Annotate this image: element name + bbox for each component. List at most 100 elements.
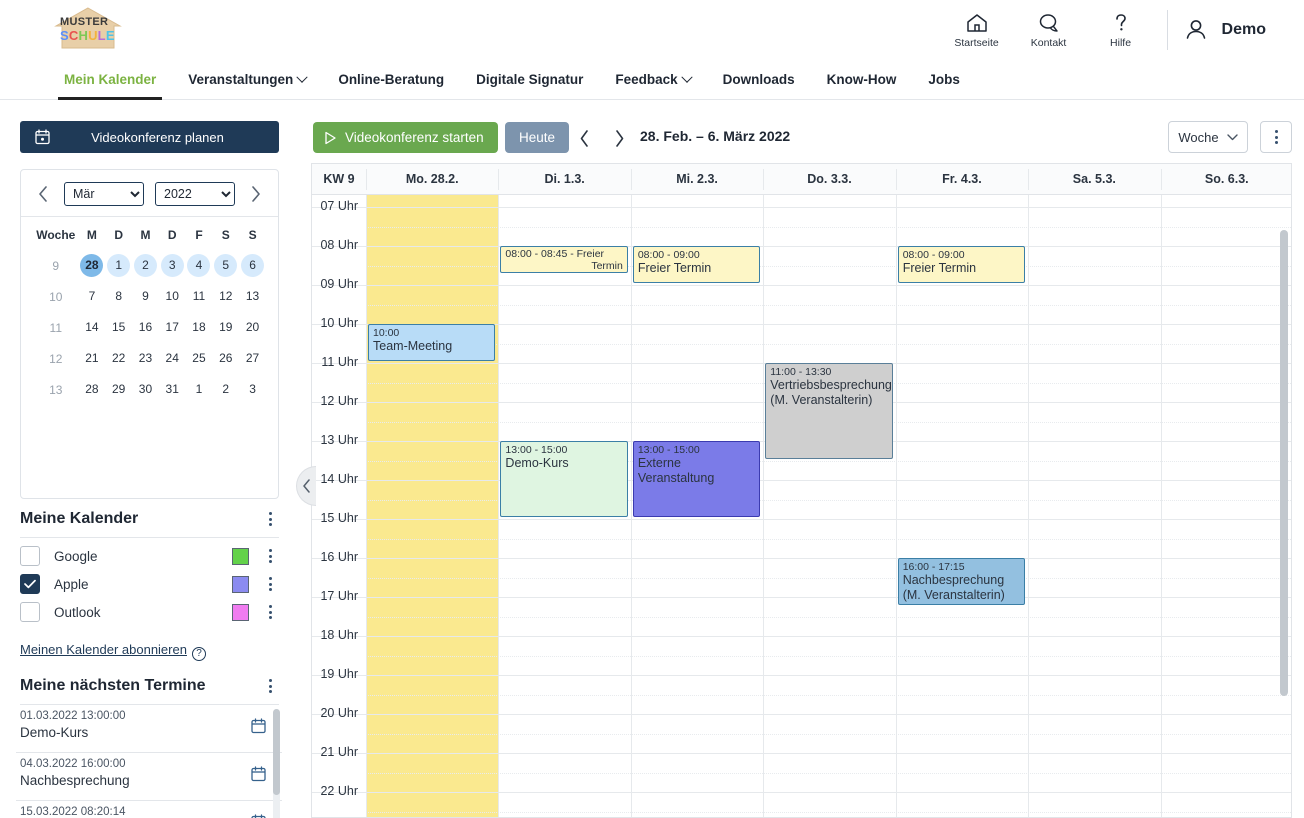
- calendar-color-swatch[interactable]: [232, 575, 249, 593]
- calendar-item-google[interactable]: Google: [20, 542, 279, 570]
- appointments-scrollbar[interactable]: [273, 709, 280, 818]
- mini-calendar-day[interactable]: 29: [105, 374, 132, 405]
- calendar-scrollbar[interactable]: [1280, 200, 1288, 812]
- calendar-event[interactable]: 13:00 - 15:00 Externe Veranstaltung: [632, 441, 761, 517]
- mini-calendar-day[interactable]: 1: [105, 250, 132, 281]
- calendar-icon[interactable]: [251, 718, 266, 739]
- year-select[interactable]: 20202021202220232024: [155, 182, 235, 206]
- mini-calendar-day[interactable]: 24: [159, 343, 186, 374]
- calendar-event[interactable]: 11:00 - 13:30 Vertriebsbesprechung (M. Ve…: [765, 363, 893, 459]
- mini-calendar-week-row[interactable]: 10 7 8 9 10 11 12 13: [33, 281, 266, 312]
- previous-week-button[interactable]: [571, 125, 597, 151]
- mini-calendar-day[interactable]: 8: [105, 281, 132, 312]
- day-header-1[interactable]: Di. 1.3.: [498, 164, 630, 194]
- mini-calendar-day[interactable]: 22: [105, 343, 132, 374]
- calendar-event[interactable]: 16:00 - 17:15 Nachbesprechung (M. Veranst…: [897, 558, 1026, 605]
- mini-calendar-day[interactable]: 17: [159, 312, 186, 343]
- list-item[interactable]: 01.03.2022 13:00:00 Demo-Kurs: [16, 705, 282, 753]
- top-item-startseite[interactable]: Startseite: [941, 0, 1013, 60]
- mini-calendar-day[interactable]: 21: [79, 343, 106, 374]
- calendar-event[interactable]: 08:00 - 08:45 - Freier Termin: [500, 246, 628, 274]
- mini-calendar-day[interactable]: 25: [186, 343, 213, 374]
- next-week-button[interactable]: [606, 125, 632, 151]
- mini-calendar-day[interactable]: 23: [132, 343, 159, 374]
- calendar-checkbox-google[interactable]: [20, 546, 40, 566]
- day-header-5[interactable]: Sa. 5.3.: [1028, 164, 1160, 194]
- day-header-2[interactable]: Mi. 2.3.: [631, 164, 763, 194]
- mini-calendar-week-row[interactable]: 12 21 22 23 24 25 26 27: [33, 343, 266, 374]
- help-icon[interactable]: ?: [191, 647, 206, 661]
- mini-calendar-prev-button[interactable]: [33, 182, 53, 206]
- mini-calendar-day[interactable]: 3: [239, 374, 266, 405]
- appointments-scrollbar-thumb[interactable]: [273, 709, 280, 795]
- calendar-icon[interactable]: [251, 814, 266, 818]
- mini-calendar-week-row[interactable]: 13 28 29 30 31 1 2 3: [33, 374, 266, 405]
- mini-calendar-day[interactable]: 19: [212, 312, 239, 343]
- nav-item-feedback[interactable]: Feedback: [599, 60, 706, 99]
- mini-calendar-day[interactable]: 27: [239, 343, 266, 374]
- top-item-kontakt[interactable]: Kontakt: [1013, 0, 1085, 60]
- calendar-more-menu-button[interactable]: [1260, 121, 1292, 153]
- mini-calendar-day[interactable]: 5: [212, 250, 239, 281]
- start-videoconference-button[interactable]: Videokonferenz starten: [313, 122, 498, 153]
- calendar-item-apple[interactable]: Apple: [20, 570, 279, 598]
- mini-calendar-day[interactable]: 10: [159, 281, 186, 312]
- calendar-event[interactable]: 13:00 - 15:00 Demo-Kurs: [500, 441, 628, 517]
- mini-calendar-day[interactable]: 2: [132, 250, 159, 281]
- mini-calendar-day[interactable]: 28: [79, 374, 106, 405]
- nav-item-online-beratung[interactable]: Online-Beratung: [322, 60, 460, 99]
- mini-calendar-day[interactable]: 28: [79, 250, 106, 281]
- mini-calendar-next-button[interactable]: [246, 182, 266, 206]
- nav-item-jobs[interactable]: Jobs: [912, 60, 976, 99]
- calendar-checkbox-apple[interactable]: [20, 574, 40, 594]
- my-calendars-menu-button[interactable]: [261, 512, 279, 526]
- top-item-hilfe[interactable]: Hilfe: [1085, 0, 1157, 60]
- mini-calendar-day[interactable]: 3: [159, 250, 186, 281]
- calendar-icon[interactable]: [251, 766, 266, 787]
- plan-videoconference-button[interactable]: Videokonferenz planen: [20, 121, 279, 153]
- mini-calendar-day[interactable]: 20: [239, 312, 266, 343]
- mini-calendar-week-row[interactable]: 9 28 1 2 3 4 5 6: [33, 250, 266, 281]
- list-item[interactable]: 04.03.2022 16:00:00 Nachbesprechung: [16, 753, 282, 801]
- calendar-scrollbar-thumb[interactable]: [1280, 230, 1288, 696]
- calendar-menu-button[interactable]: [261, 577, 279, 591]
- nav-item-downloads[interactable]: Downloads: [707, 60, 811, 99]
- mini-calendar-week-row[interactable]: 11 14 15 16 17 18 19 20: [33, 312, 266, 343]
- day-header-3[interactable]: Do. 3.3.: [763, 164, 895, 194]
- day-header-0[interactable]: Mo. 28.2.: [366, 164, 498, 194]
- mini-calendar-day[interactable]: 11: [186, 281, 213, 312]
- today-button[interactable]: Heute: [505, 122, 570, 153]
- mini-calendar-day[interactable]: 26: [212, 343, 239, 374]
- calendar-event[interactable]: 08:00 - 09:00 Freier Termin: [897, 246, 1026, 283]
- list-item[interactable]: 15.03.2022 08:20:14 Test secure Cookie: [16, 801, 282, 818]
- mini-calendar-day[interactable]: 15: [105, 312, 132, 343]
- user-menu[interactable]: Demo: [1182, 17, 1304, 43]
- mini-calendar-day[interactable]: 13: [239, 281, 266, 312]
- mini-calendar-day[interactable]: 18: [186, 312, 213, 343]
- subscribe-calendar-link[interactable]: Meinen Kalender abonnieren?: [20, 642, 206, 661]
- next-appointments-menu-button[interactable]: [261, 679, 279, 693]
- calendar-menu-button[interactable]: [261, 605, 279, 619]
- calendar-checkbox-outlook[interactable]: [20, 602, 40, 622]
- view-select[interactable]: Woche: [1168, 121, 1248, 153]
- mini-calendar-day[interactable]: 30: [132, 374, 159, 405]
- calendar-event[interactable]: 08:00 - 09:00 Freier Termin: [632, 246, 761, 283]
- calendar-color-swatch[interactable]: [232, 547, 249, 565]
- mini-calendar-day[interactable]: 14: [79, 312, 106, 343]
- calendar-event[interactable]: 10:00 Team-Meeting: [368, 324, 496, 361]
- nav-item-digitale-signatur[interactable]: Digitale Signatur: [460, 60, 599, 99]
- nav-item-mein-kalender[interactable]: Mein Kalender: [48, 60, 172, 100]
- day-header-4[interactable]: Fr. 4.3.: [896, 164, 1028, 194]
- mini-calendar-day[interactable]: 7: [79, 281, 106, 312]
- calendar-menu-button[interactable]: [261, 549, 279, 563]
- mini-calendar-day[interactable]: 1: [186, 374, 213, 405]
- calendar-scroll-body[interactable]: 07 Uhr 08 Uhr 09 Uhr 10 Uhr 11 Uhr 12 Uhr 13 U…: [312, 195, 1291, 817]
- nav-item-veranstaltungen[interactable]: Veranstaltungen: [172, 60, 322, 99]
- day-header-6[interactable]: So. 6.3.: [1161, 164, 1291, 194]
- mini-calendar-day[interactable]: 9: [132, 281, 159, 312]
- mini-calendar-day[interactable]: 31: [159, 374, 186, 405]
- mini-calendar-day[interactable]: 4: [186, 250, 213, 281]
- calendar-color-swatch[interactable]: [232, 603, 249, 621]
- brand-logo[interactable]: MUSTER SCHULE: [52, 6, 132, 52]
- mini-calendar-day[interactable]: 6: [239, 250, 266, 281]
